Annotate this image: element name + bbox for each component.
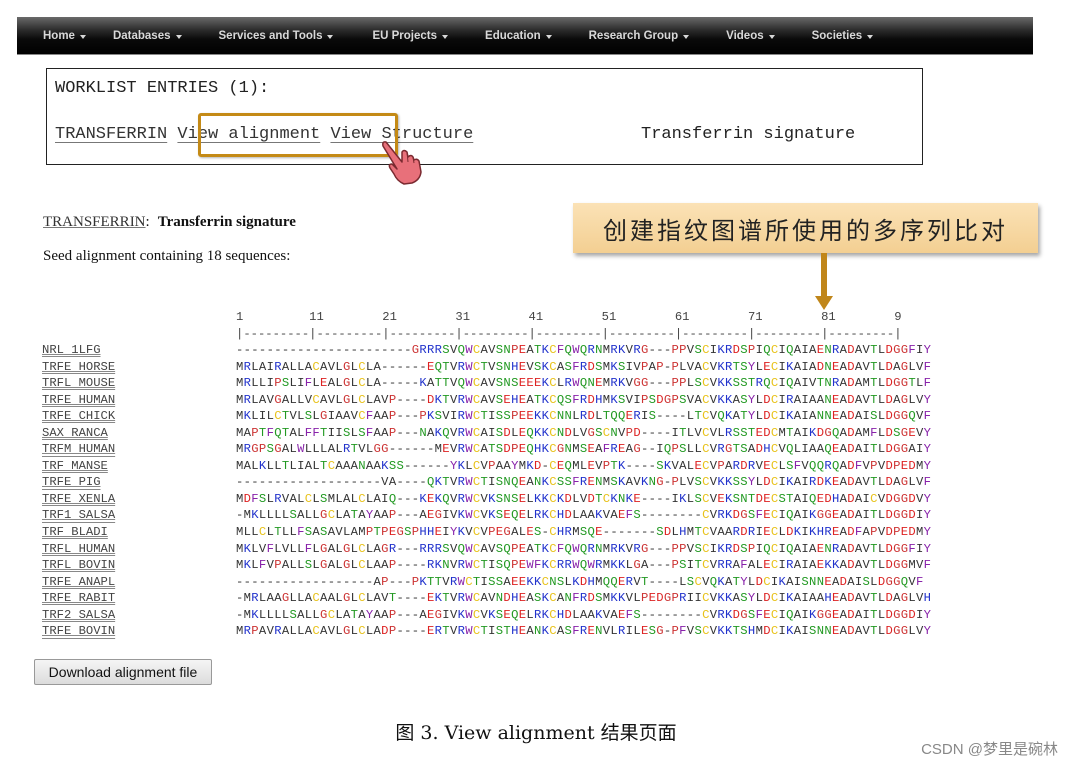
worklist-title: WORKLIST ENTRIES (1): [55, 79, 270, 98]
sequence-name-link[interactable]: TRFE ANAPL [42, 574, 115, 591]
sequence-row: MRLAVGALLVCAVLGLCLAVP----DKTVRWCAVSEHEAT… [236, 392, 932, 407]
sequence-name-link[interactable]: TRFE XENLA [42, 491, 115, 508]
chevron-down-icon [79, 35, 86, 39]
nav-label: Education [485, 29, 541, 42]
nav-services-and-tools[interactable]: Services and Tools [219, 30, 334, 42]
worklist-panel: WORKLIST ENTRIES (1): TRANSFERRIN View a… [46, 68, 923, 165]
sequence-row: MLLCLTLLFSASAVLAMPTPEGSPHHEIYKVCVPEGALES… [236, 525, 932, 540]
nav-databases[interactable]: Databases [113, 30, 182, 42]
sequence-name-link[interactable]: TRFE HORSE [42, 359, 115, 376]
ruler-numbers: 1 11 21 31 41 51 61 71 81 9 [236, 310, 902, 324]
sequence-row: MRPAVRALLACAVLGLCLADP----ERTVRWCTISTHEAN… [236, 624, 932, 639]
nav-eu-projects[interactable]: EU Projects [372, 29, 449, 42]
nav-societies[interactable]: Societies [812, 30, 874, 42]
entry-name-link[interactable]: TRANSFERRIN [55, 125, 167, 144]
sequence-row: MALKLLTLIALTCAAANAAKSS------YKLCVPAAYMKD… [236, 458, 932, 473]
nav-label: Home [43, 29, 75, 42]
sequence-row: -----------------------GRRRSVQWCAVSNPEAT… [236, 343, 932, 357]
sequence-name-link[interactable]: SAX RANCA [42, 425, 115, 442]
nav-label: Videos [726, 29, 764, 42]
nav-label: Societies [811, 29, 863, 42]
sequence-row: ------------------AP---PKTTVRWCTISSAEEKK… [236, 574, 924, 589]
chevron-down-icon [768, 35, 775, 39]
sequence-name-link[interactable]: TRFE RABIT [42, 590, 115, 607]
sequence-row: MKLFVPALLSLGALGLCLAAP----RKNVRWCTISQPEWF… [236, 558, 932, 573]
sequence-name-link[interactable]: NRL 1LFG [42, 342, 115, 359]
sequence-row: -------------------VA----QKTVRWCTISNQEAN… [236, 475, 932, 490]
sequence-name-link[interactable]: TRFE CHICK [42, 408, 115, 425]
section-heading: TRANSFERRIN: Transferrin signature [43, 214, 296, 231]
sequence-row: MKLVFLVLLFLGALGLCLAGR---RRRSVQWCAVSQPEAT… [236, 541, 932, 556]
sequence-name-link[interactable]: TRF MANSE [42, 458, 115, 475]
chevron-down-icon [545, 35, 552, 39]
nav-label: Databases [112, 29, 171, 42]
chevron-down-icon [327, 35, 334, 39]
nav-research-group[interactable]: Research Group [588, 29, 690, 42]
nav-label: EU Projects [372, 29, 438, 42]
download-alignment-button[interactable]: Download alignment file [34, 659, 212, 685]
sequence-row: MRLAIRALLACAVLGLCLA------EQTVRWCTVSNHEVS… [236, 359, 932, 374]
sequence-name-link[interactable]: TRFL MOUSE [42, 375, 115, 392]
sequence-row: MRLLIPSLIFLEALGLCLA-----KATTVQWCAVSNSEEE… [236, 376, 932, 391]
highlight-annotation-box [198, 113, 398, 157]
annotation-callout: 创建指纹图谱所使用的多序列比对 [573, 203, 1038, 253]
sequence-name-link[interactable]: TRFE BOVIN [42, 623, 115, 640]
sequence-row: MAPTFQTALFFTIISLSFAAP---NAKQVRWCAISDLEQK… [236, 425, 932, 440]
entry-link[interactable]: TRANSFERRIN [43, 214, 146, 230]
watermark: CSDN @梦里是碗林 [921, 741, 1058, 758]
chevron-down-icon [683, 35, 690, 39]
seed-description: Seed alignment containing 18 sequences: [43, 248, 291, 264]
pointer-hand-icon [382, 141, 422, 185]
sequence-row: MRGPSGALWLLLALRTVLGG------MEVRWCATSDPEQH… [236, 442, 932, 457]
figure-caption: 图 3. View alignment 结果页面 [395, 722, 677, 744]
section-title: Transferrin signature [157, 214, 296, 230]
arrow-down-icon [821, 253, 827, 298]
sequence-names: NRL 1LFG TRFE HORSE TRFL MOUSE TRFE HUMAN TR… [42, 342, 115, 640]
chevron-down-icon [867, 35, 874, 39]
separator: : [145, 214, 150, 230]
sequence-name-link[interactable]: TRFL HUMAN [42, 541, 115, 558]
top-navbar: Home Databases Services and Tools EU Pro… [17, 17, 1033, 55]
nav-home[interactable]: Home [43, 30, 86, 42]
chevron-down-icon [442, 35, 449, 39]
entry-description: Transferrin signature [641, 125, 856, 144]
nav-education[interactable]: Education [485, 30, 552, 42]
sequence-name-link[interactable]: TRF BLADI [42, 524, 115, 541]
alignment-ruler: 1 11 21 31 41 51 61 71 81 9 |---------|--… [236, 309, 902, 342]
sequence-name-link[interactable]: TRFE PIG [42, 474, 115, 491]
nav-label: Research Group [588, 29, 679, 42]
sequence-name-link[interactable]: TRFL BOVIN [42, 557, 115, 574]
sequence-row: MKLILCTVLSLGIAAVCFAAP---PKSVIRWCTISSPEEK… [236, 409, 932, 424]
sequence-name-link[interactable]: TRF2 SALSA [42, 607, 115, 624]
sequence-row: -MKLLLLSALLGCLATAYAAP---AEGIVKWCVKSEQELR… [236, 508, 932, 523]
sequence-alignment: -----------------------GRRRSVQWCAVSNPEAT… [236, 342, 931, 640]
sequence-row: -MKLLLLSALLGCLATAYAAP---AEGIVKWCVKSEQELR… [236, 607, 932, 622]
arrow-head-icon [815, 296, 833, 310]
sequence-name-link[interactable]: TRFM HUMAN [42, 441, 115, 458]
sequence-row: -MRLAAGLLACAALGLCLAVT----EKTVRWCAVNDHEAS… [236, 591, 932, 606]
nav-label: Services and Tools [218, 29, 323, 42]
sequence-name-link[interactable]: TRFE HUMAN [42, 392, 115, 409]
ruler-ticks: |---------|---------|---------|---------… [236, 326, 902, 341]
sequence-row: MDFSLRVALCLSMLALCLAIQ---KEKQVRWCVKSNSELK… [236, 491, 932, 506]
chevron-down-icon [175, 35, 182, 39]
nav-videos[interactable]: Videos [726, 30, 775, 42]
sequence-name-link[interactable]: TRF1 SALSA [42, 507, 115, 524]
